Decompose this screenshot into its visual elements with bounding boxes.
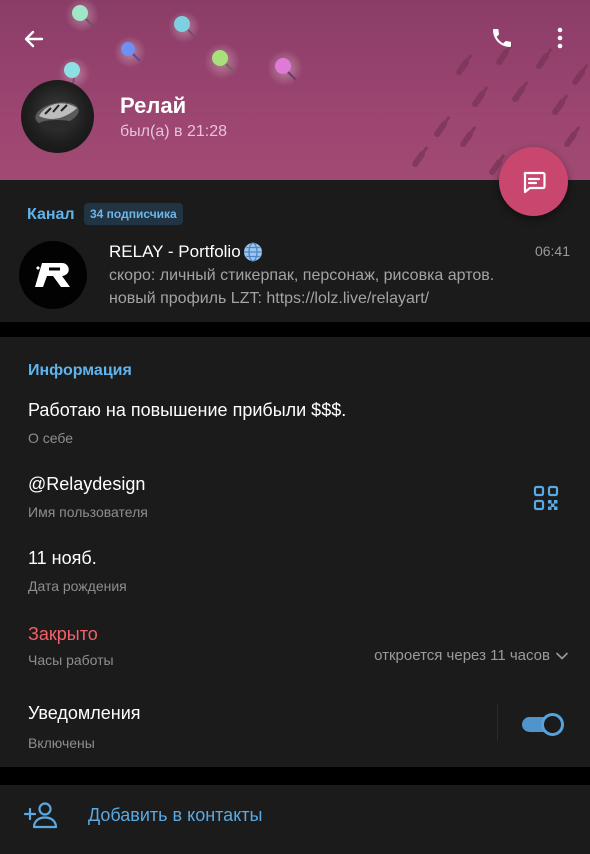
back-button[interactable] — [14, 22, 54, 56]
message-button[interactable] — [499, 147, 568, 216]
lollipop-icon — [204, 43, 240, 79]
toggle-knob — [541, 713, 564, 736]
channel-section: Канал 34 подписчика RELAY - Portfolio 06… — [0, 180, 590, 322]
add-contact-button[interactable]: Добавить в контакты — [0, 785, 590, 854]
notifications-state: Включены — [28, 735, 95, 751]
username-text: @Relaydesign — [28, 474, 146, 494]
phone-icon — [493, 29, 511, 47]
lollipop-icon — [65, 0, 99, 32]
last-seen-status: был(а) в 21:28 — [120, 123, 227, 140]
avatar-image — [35, 102, 79, 128]
hours-status: Закрыто — [28, 624, 98, 644]
divider — [497, 704, 498, 741]
bio-label: О себе — [28, 430, 74, 446]
message-icon — [523, 171, 546, 193]
channel-post-time: 06:41 — [534, 243, 570, 259]
relay-logo-icon — [35, 263, 70, 287]
birthday-text: 11 нояб. — [28, 548, 97, 568]
birthday-label: Дата рождения — [28, 578, 127, 594]
info-section: Информация Работаю на повышение прибыли … — [0, 337, 590, 767]
notifications-toggle[interactable] — [522, 713, 564, 736]
hours-detail-text: откроется через 11 часов — [374, 647, 550, 664]
more-vertical-icon — [557, 27, 563, 49]
qr-code-icon[interactable] — [533, 485, 559, 511]
lollipop-icon — [114, 36, 146, 68]
bottle-pattern — [412, 44, 589, 176]
profile-name: Релай — [120, 93, 187, 118]
hours-detail: откроется через 11 часов — [374, 647, 568, 664]
channel-preview-line: скоро: личный стикерпак, персонаж, рисов… — [109, 267, 495, 284]
profile-header: Релай был(а) в 21:28 — [0, 0, 590, 180]
avatar[interactable] — [21, 80, 94, 153]
notifications-title: Уведомления — [28, 703, 141, 723]
add-person-icon — [24, 802, 58, 829]
arrow-left-icon — [24, 30, 44, 48]
call-button[interactable] — [484, 20, 520, 56]
channel-label: Канал — [27, 206, 75, 223]
more-options-button[interactable] — [544, 20, 576, 56]
hours-label: Часы работы — [28, 652, 114, 668]
globe-icon — [243, 242, 262, 262]
subscribers-badge: 34 подписчика — [84, 203, 183, 225]
lollipop-icon — [168, 11, 200, 43]
channel-avatar — [19, 241, 87, 309]
username-label: Имя пользователя — [28, 504, 148, 520]
add-contact-label: Добавить в контакты — [88, 805, 263, 825]
channel-name: RELAY - Portfolio — [109, 242, 263, 262]
bio-text: Работаю на повышение прибыли $$$. — [28, 400, 347, 420]
info-header: Информация — [28, 362, 132, 379]
chevron-down-icon — [556, 652, 568, 659]
channel-preview-line: новый профиль LZT: https://lolz.live/rel… — [109, 290, 430, 307]
lollipop-icon — [267, 50, 303, 86]
